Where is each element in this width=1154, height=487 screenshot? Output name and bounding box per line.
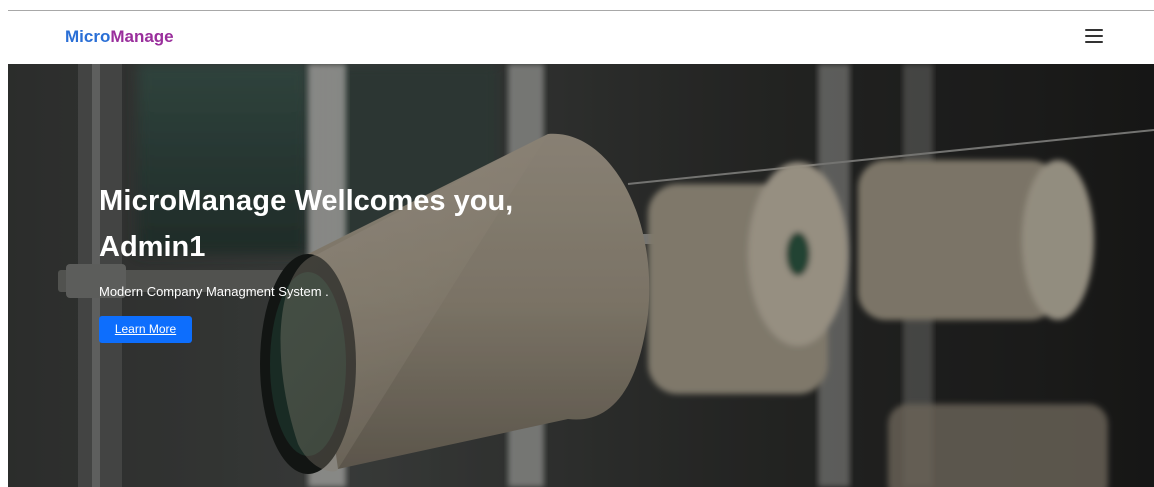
hero-title-brand: MicroManage xyxy=(99,185,287,217)
brand-logo[interactable]: MicroManage xyxy=(65,27,174,47)
hamburger-bar-top xyxy=(1085,29,1103,31)
hero-title: MicroManage Wellcomes you, Admin1 xyxy=(99,178,619,270)
hamburger-bar-middle xyxy=(1085,35,1103,37)
learn-more-button[interactable]: Learn More xyxy=(99,316,192,343)
brand-logo-part2: Manage xyxy=(110,27,174,46)
hamburger-menu-icon[interactable] xyxy=(1085,28,1103,44)
hero-overlay xyxy=(8,64,1154,487)
brand-logo-part1: Micro xyxy=(65,27,111,46)
page: MicroManage MicroManage Wellcomes you, A… xyxy=(0,0,1154,487)
hero-subtitle: Modern Company Managment System . xyxy=(99,284,329,299)
navbar: MicroManage xyxy=(8,11,1154,64)
hero-banner: MicroManage Wellcomes you, Admin1 Modern… xyxy=(8,64,1154,487)
hamburger-bar-bottom xyxy=(1085,41,1103,43)
